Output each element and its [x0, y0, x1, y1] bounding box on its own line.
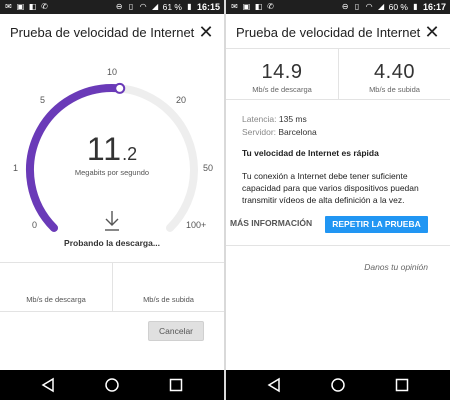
title-bar: Prueba de velocidad de Internet ✕: [0, 14, 224, 54]
download-result: 14.9 Mb/s de descarga: [226, 49, 338, 99]
server-value: Barcelona: [278, 127, 317, 137]
upload-value: 4.40: [374, 61, 415, 83]
minus-circle-icon: ⊖: [341, 2, 349, 11]
upload-result: 4.40 Mb/s de subida: [338, 49, 450, 99]
android-nav-bar: [0, 370, 224, 400]
android-nav-bar: [226, 370, 450, 400]
battery-percent: 60 %: [388, 2, 408, 12]
upload-result: Mb/s de subida: [112, 263, 224, 311]
mail-icon: ✉: [5, 2, 12, 11]
page-title: Prueba de velocidad de Internet: [10, 25, 195, 40]
download-label: Mb/s de descarga: [252, 85, 312, 94]
gauge-label-0: 0: [32, 220, 38, 230]
clock: 16:15: [196, 2, 220, 12]
image-icon: ▣: [242, 2, 251, 11]
result-summary: 14.9 Mb/s de descarga 4.40 Mb/s de subid…: [226, 48, 450, 100]
result-summary: Mb/s de descarga Mb/s de subida: [0, 262, 224, 312]
server-label: Servidor:: [242, 127, 277, 137]
status-bar: ✉ ▣ ◧ ✆ ⊖ ▯ ◠ ◢ 60 % ▮ 16:17: [226, 0, 450, 14]
page-title: Prueba de velocidad de Internet: [236, 25, 421, 40]
wifi-icon: ◠: [139, 2, 147, 11]
download-result: Mb/s de descarga: [0, 263, 112, 311]
back-icon[interactable]: [40, 377, 56, 393]
home-icon[interactable]: [330, 377, 346, 393]
gauge-indicator-knob: [114, 82, 126, 94]
image-icon: ▣: [16, 2, 25, 11]
latency-info: Latencia: 135 ms: [242, 114, 307, 124]
current-speed: 11.2: [0, 131, 224, 168]
signal-icon: ◢: [152, 2, 159, 11]
repeat-test-button[interactable]: REPETIR LA PRUEBA: [325, 216, 428, 233]
speed-unit: Megabits por segundo: [74, 168, 150, 177]
notification-icon: ✆: [41, 2, 48, 11]
download-icon: [104, 210, 120, 232]
notification-icon: ✆: [267, 2, 274, 11]
speedtest-screen-testing: ✉ ▣ ◧ ✆ ⊖ ▯ ◠ ◢ 61 % ▮ 16:15 Prueba de v…: [0, 0, 224, 400]
download-label: Mb/s de descarga: [26, 295, 86, 304]
battery-icon: ▮: [187, 2, 192, 11]
latency-label: Latencia:: [242, 114, 277, 124]
home-icon[interactable]: [104, 377, 120, 393]
result-description: Tu conexión a Internet debe tener sufici…: [242, 171, 419, 205]
minus-circle-icon: ⊖: [115, 2, 123, 11]
latency-value: 135 ms: [278, 114, 307, 124]
more-info-button[interactable]: MÁS INFORMACIÓN: [230, 218, 312, 228]
signal-icon: ◢: [378, 2, 385, 11]
gauge-label-100: 100+: [186, 220, 207, 230]
test-status-text: Probando la descarga...: [64, 238, 160, 248]
battery-percent: 61 %: [162, 2, 182, 12]
wifi-icon: ◠: [365, 2, 373, 11]
clock: 16:17: [422, 2, 446, 12]
feedback-link[interactable]: Danos tu opinión: [364, 262, 428, 272]
vibrate-icon: ▯: [354, 2, 360, 11]
back-icon[interactable]: [266, 377, 282, 393]
divider: [226, 245, 450, 246]
status-bar: ✉ ▣ ◧ ✆ ⊖ ▯ ◠ ◢ 61 % ▮ 16:15: [0, 0, 224, 14]
cancel-button[interactable]: Cancelar: [148, 321, 204, 341]
server-info: Servidor: Barcelona: [242, 127, 317, 137]
battery-icon: ▮: [413, 2, 418, 11]
speed-value-decimal: .2: [122, 144, 138, 164]
chat-icon: ◧: [254, 2, 263, 11]
mail-icon: ✉: [231, 2, 238, 11]
gauge-label-10: 10: [107, 67, 118, 77]
gauge-label-5: 5: [40, 95, 46, 105]
recents-icon[interactable]: [394, 377, 410, 393]
chat-icon: ◧: [28, 2, 37, 11]
upload-label: Mb/s de subida: [143, 295, 194, 304]
speedtest-screen-results: ✉ ▣ ◧ ✆ ⊖ ▯ ◠ ◢ 60 % ▮ 16:17 Prueba de v…: [226, 0, 450, 400]
close-icon[interactable]: ✕: [196, 22, 216, 42]
upload-label: Mb/s de subida: [369, 85, 420, 94]
download-value: 14.9: [261, 61, 303, 83]
result-heading: Tu velocidad de Internet es rápida: [242, 148, 379, 158]
recents-icon[interactable]: [168, 377, 184, 393]
gauge-label-20: 20: [176, 95, 187, 105]
speed-value-main: 11: [86, 131, 123, 167]
close-icon[interactable]: ✕: [422, 22, 442, 42]
vibrate-icon: ▯: [128, 2, 134, 11]
